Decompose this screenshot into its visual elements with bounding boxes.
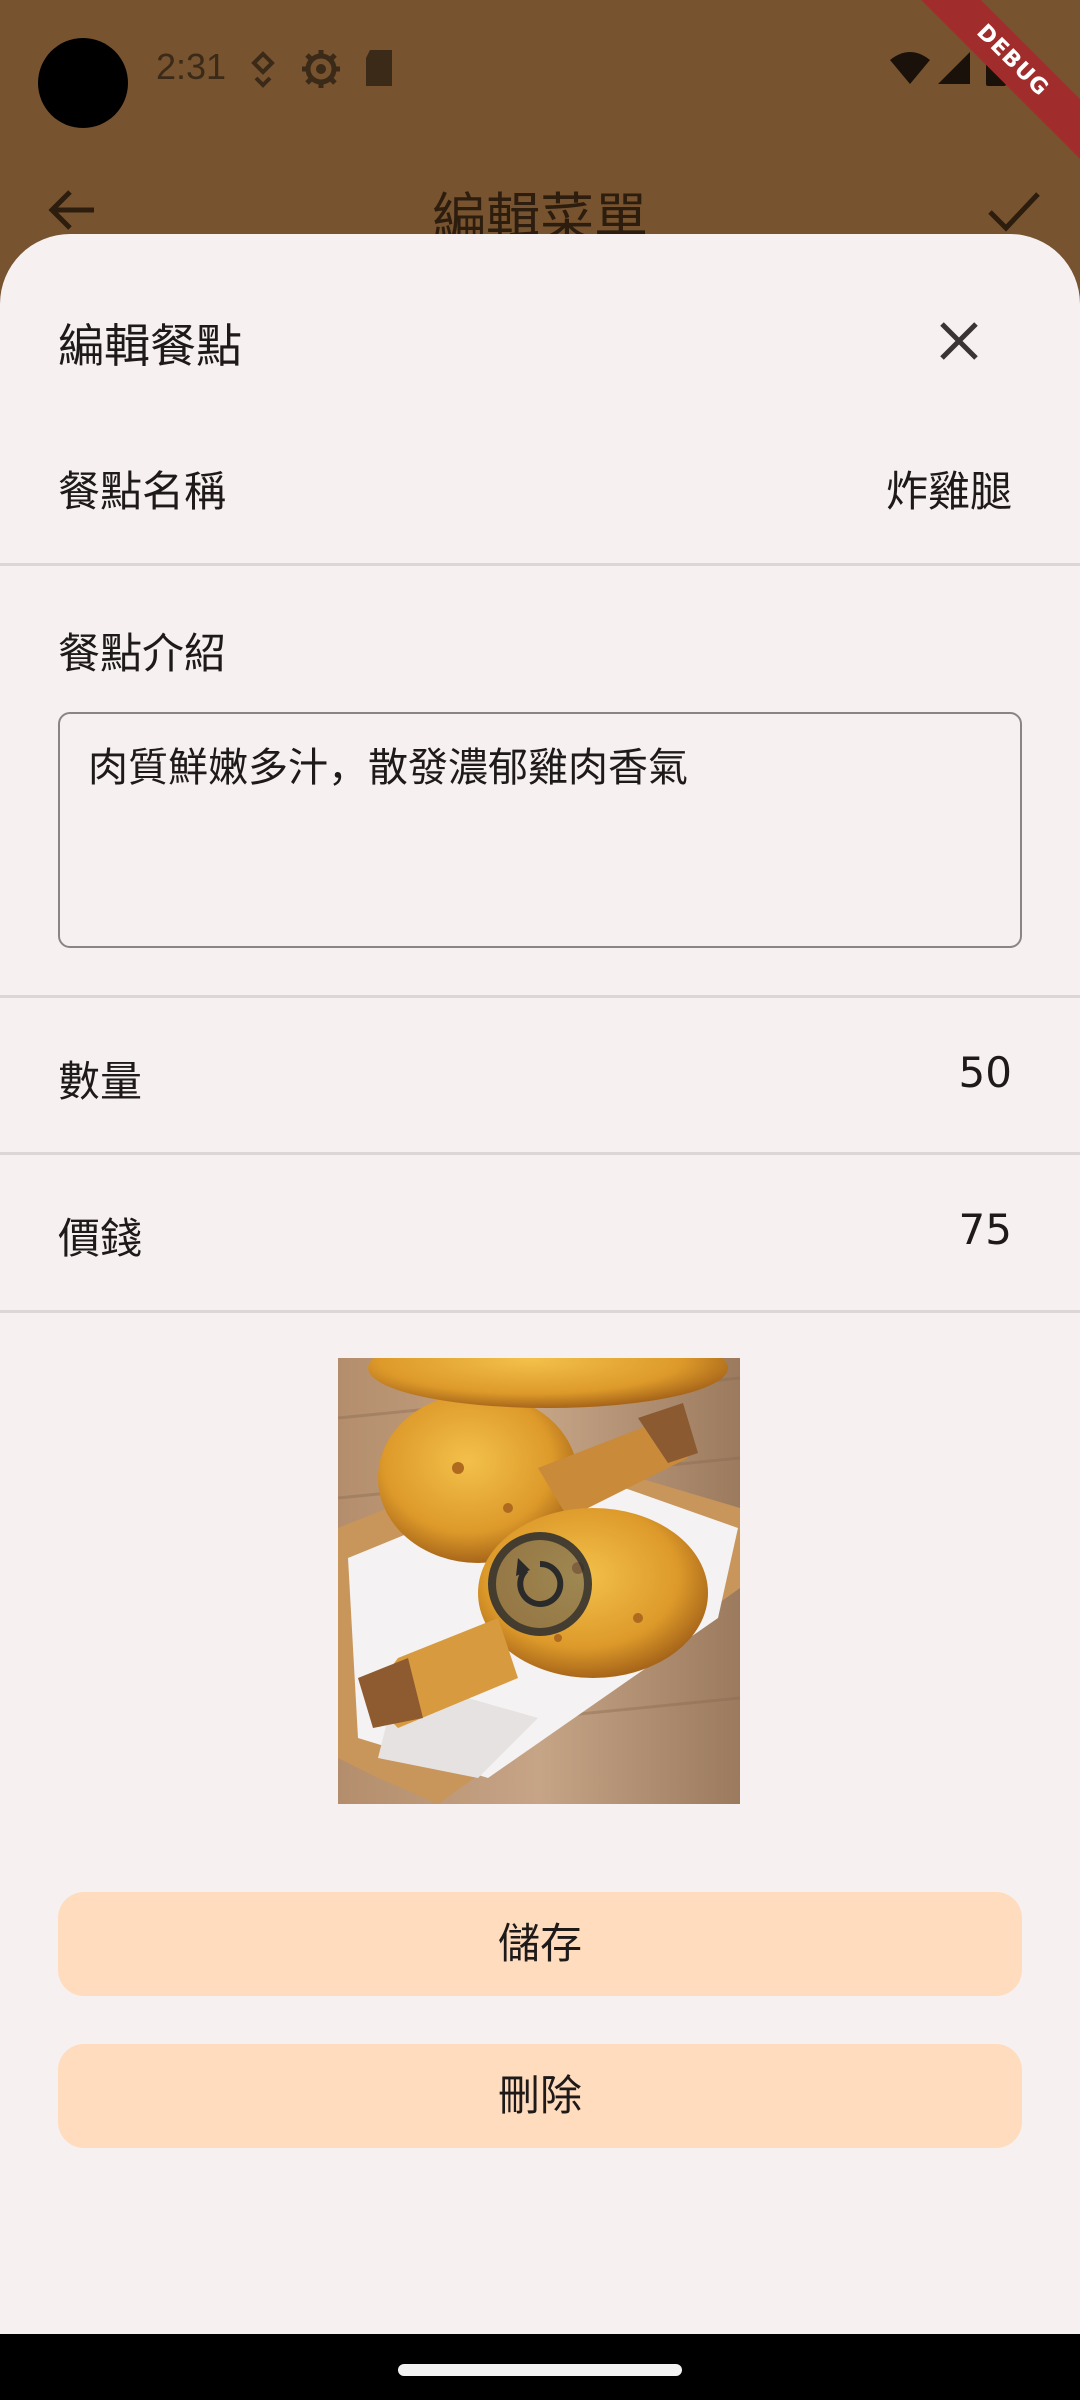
settings-icon (302, 50, 340, 88)
price-row[interactable]: 價錢 75 (0, 1155, 1080, 1313)
sd-card-icon (366, 50, 392, 86)
quantity-row[interactable]: 數量 50 (0, 998, 1080, 1155)
quantity-label: 數量 (58, 1057, 143, 1106)
price-label: 價錢 (58, 1214, 143, 1263)
item-name-value: 炸雞腿 (885, 467, 1012, 516)
wifi-icon (890, 52, 930, 84)
item-description-label: 餐點介紹 (58, 629, 227, 678)
rotate-image-button[interactable] (488, 1532, 592, 1636)
delete-button[interactable]: 刪除 (58, 2044, 1022, 2148)
item-name-row[interactable]: 餐點名稱 炸雞腿 (0, 404, 1080, 566)
quantity-value: 50 (958, 1048, 1012, 1097)
home-gesture-handle[interactable] (398, 2364, 682, 2376)
status-bar: 2:31 DEBUG (0, 0, 1080, 168)
item-description-field[interactable]: 肉質鮮嫩多汁，散發濃郁雞肉香氣 (58, 712, 1022, 948)
close-icon[interactable] (928, 310, 990, 372)
camera-cutout (38, 38, 128, 128)
location-icon (251, 51, 275, 88)
rotate-icon (516, 1558, 564, 1607)
save-button[interactable]: 儲存 (58, 1892, 1022, 1996)
price-value: 75 (958, 1205, 1012, 1254)
screen: 2:31 DEBUG 編輯菜單 編輯餐點 餐點名稱 炸雞腿 餐點介紹 肉質鮮嫩多… (0, 0, 1080, 2400)
status-time: 2:31 (156, 46, 227, 87)
navigation-bar (0, 2334, 1080, 2400)
food-image[interactable] (338, 1358, 740, 1804)
sheet-title: 編輯餐點 (58, 319, 242, 373)
item-name-label: 餐點名稱 (58, 467, 227, 516)
check-icon[interactable] (984, 182, 1044, 238)
signal-icon (938, 52, 970, 84)
edit-item-sheet: 編輯餐點 餐點名稱 炸雞腿 餐點介紹 肉質鮮嫩多汁，散發濃郁雞肉香氣 數量 50… (0, 234, 1080, 2334)
